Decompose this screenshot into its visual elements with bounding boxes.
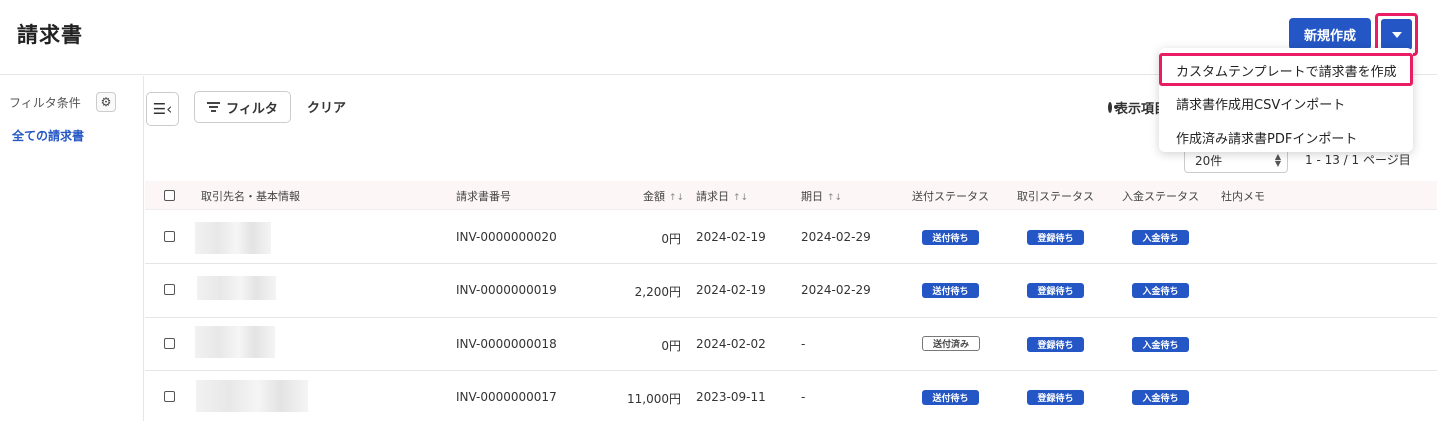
sort-icon: ↑↓ xyxy=(827,193,843,203)
invoice-due: - xyxy=(801,390,806,404)
invoice-due: 2024-02-29 xyxy=(801,283,871,297)
sort-icon: ↑↓ xyxy=(669,193,685,203)
table-row[interactable]: INV-0000000020 0円 2024-02-19 2024-02-29 … xyxy=(145,211,1437,264)
invoice-amount: 0円 xyxy=(661,339,681,353)
invoice-date: 2024-02-19 xyxy=(696,230,766,244)
table-row[interactable]: INV-0000000017 11,000円 2023-09-11 - 送付待ち… xyxy=(145,371,1437,421)
new-invoice-dropdown-button[interactable] xyxy=(1381,19,1412,50)
col-pay-status: 入金ステータス xyxy=(1122,190,1199,203)
col-date[interactable]: 請求日 ↑↓ xyxy=(696,188,748,204)
sort-icon: ↑↓ xyxy=(733,193,749,203)
select-arrows-icon: ▲ ▼ xyxy=(1274,152,1281,168)
page-info: 1 - 13 / 1 ページ目 xyxy=(1305,153,1411,167)
send-status-badge: 送付済み xyxy=(922,336,980,351)
invoice-date: 2024-02-02 xyxy=(696,337,766,351)
filter-button-label: フィルタ xyxy=(226,101,278,117)
send-status-badge: 送付待ち xyxy=(922,390,979,405)
row-checkbox[interactable] xyxy=(164,338,175,349)
col-amount-label: 金額 xyxy=(643,190,665,203)
sidebar-item-all-invoices[interactable]: 全ての請求書 xyxy=(12,127,84,144)
col-due-label: 期日 xyxy=(801,190,823,203)
menu-collapse-icon: ☰‹ xyxy=(152,100,173,118)
redacted-client-name xyxy=(195,326,275,358)
col-number: 請求書番号 xyxy=(456,190,511,203)
caret-down-icon xyxy=(1391,31,1402,38)
pay-status-badge: 入金待ち xyxy=(1132,390,1189,405)
invoice-due: - xyxy=(801,337,806,351)
send-status-badge: 送付待ち xyxy=(922,230,979,245)
deal-status-badge: 登録待ち xyxy=(1027,390,1084,405)
redacted-client-name xyxy=(195,222,271,254)
select-all-checkbox[interactable] xyxy=(164,190,175,201)
display-items-button[interactable]: 表示項目 xyxy=(1108,98,1163,117)
table-row[interactable]: INV-0000000019 2,200円 2024-02-19 2024-02… xyxy=(145,264,1437,318)
filter-button[interactable]: フィルタ xyxy=(194,91,291,123)
col-amount[interactable]: 金額 ↑↓ xyxy=(643,188,684,204)
collapse-sidebar-button[interactable]: ☰‹ xyxy=(146,92,179,126)
row-checkbox[interactable] xyxy=(164,231,175,242)
row-checkbox[interactable] xyxy=(164,284,175,295)
clear-button[interactable]: クリア xyxy=(307,97,346,116)
filter-conditions-label: フィルタ条件 xyxy=(9,96,81,110)
invoice-amount: 0円 xyxy=(661,232,681,246)
menu-item-custom-template[interactable]: カスタムテンプレートで請求書を作成 xyxy=(1176,61,1397,80)
menu-item-csv-import[interactable]: 請求書作成用CSVインポート xyxy=(1176,94,1345,113)
col-send-status: 送付ステータス xyxy=(912,190,989,203)
page-title: 請求書 xyxy=(17,23,83,47)
invoice-due: 2024-02-29 xyxy=(801,230,871,244)
row-checkbox[interactable] xyxy=(164,391,175,402)
deal-status-badge: 登録待ち xyxy=(1027,230,1084,245)
table-row[interactable]: INV-0000000018 0円 2024-02-02 - 送付済み 登録待ち… xyxy=(145,318,1437,371)
invoice-amount: 2,200円 xyxy=(634,285,681,299)
filter-icon xyxy=(207,102,221,112)
invoice-amount: 11,000円 xyxy=(627,392,681,406)
gear-icon[interactable]: ⚙ xyxy=(96,92,116,112)
col-due[interactable]: 期日 ↑↓ xyxy=(801,188,842,204)
menu-item-pdf-import[interactable]: 作成済み請求書PDFインポート xyxy=(1176,128,1357,147)
redacted-client-name xyxy=(196,380,308,412)
new-invoice-button[interactable]: 新規作成 xyxy=(1289,18,1371,50)
col-memo: 社内メモ xyxy=(1221,190,1265,203)
invoice-date: 2024-02-19 xyxy=(696,283,766,297)
deal-status-badge: 登録待ち xyxy=(1027,337,1084,352)
redacted-client-name xyxy=(197,276,276,300)
table-header: 取引先名・基本情報 請求書番号 金額 ↑↓ 請求日 ↑↓ 期日 ↑↓ 送付ステータス … xyxy=(145,181,1437,210)
col-client: 取引先名・基本情報 xyxy=(201,190,300,203)
invoice-number: INV-0000000017 xyxy=(456,390,557,404)
invoice-number: INV-0000000019 xyxy=(456,283,557,297)
pay-status-badge: 入金待ち xyxy=(1132,283,1189,298)
invoice-date: 2023-09-11 xyxy=(696,390,766,404)
invoice-number: INV-0000000018 xyxy=(456,337,557,351)
sidebar: フィルタ条件 ⚙ 全ての請求書 xyxy=(0,76,144,421)
pay-status-badge: 入金待ち xyxy=(1132,230,1189,245)
display-items-label: 表示項目 xyxy=(1115,102,1163,117)
invoice-number: INV-0000000020 xyxy=(456,230,557,244)
col-deal-status: 取引ステータス xyxy=(1017,190,1094,203)
send-status-badge: 送付待ち xyxy=(922,283,979,298)
eye-icon xyxy=(1108,102,1118,113)
col-date-label: 請求日 xyxy=(696,190,729,203)
pay-status-badge: 入金待ち xyxy=(1132,337,1189,352)
deal-status-badge: 登録待ち xyxy=(1027,283,1084,298)
page-size-value: 20件 xyxy=(1195,153,1223,168)
create-dropdown-menu: カスタムテンプレートで請求書を作成 請求書作成用CSVインポート 作成済み請求書… xyxy=(1159,48,1413,152)
